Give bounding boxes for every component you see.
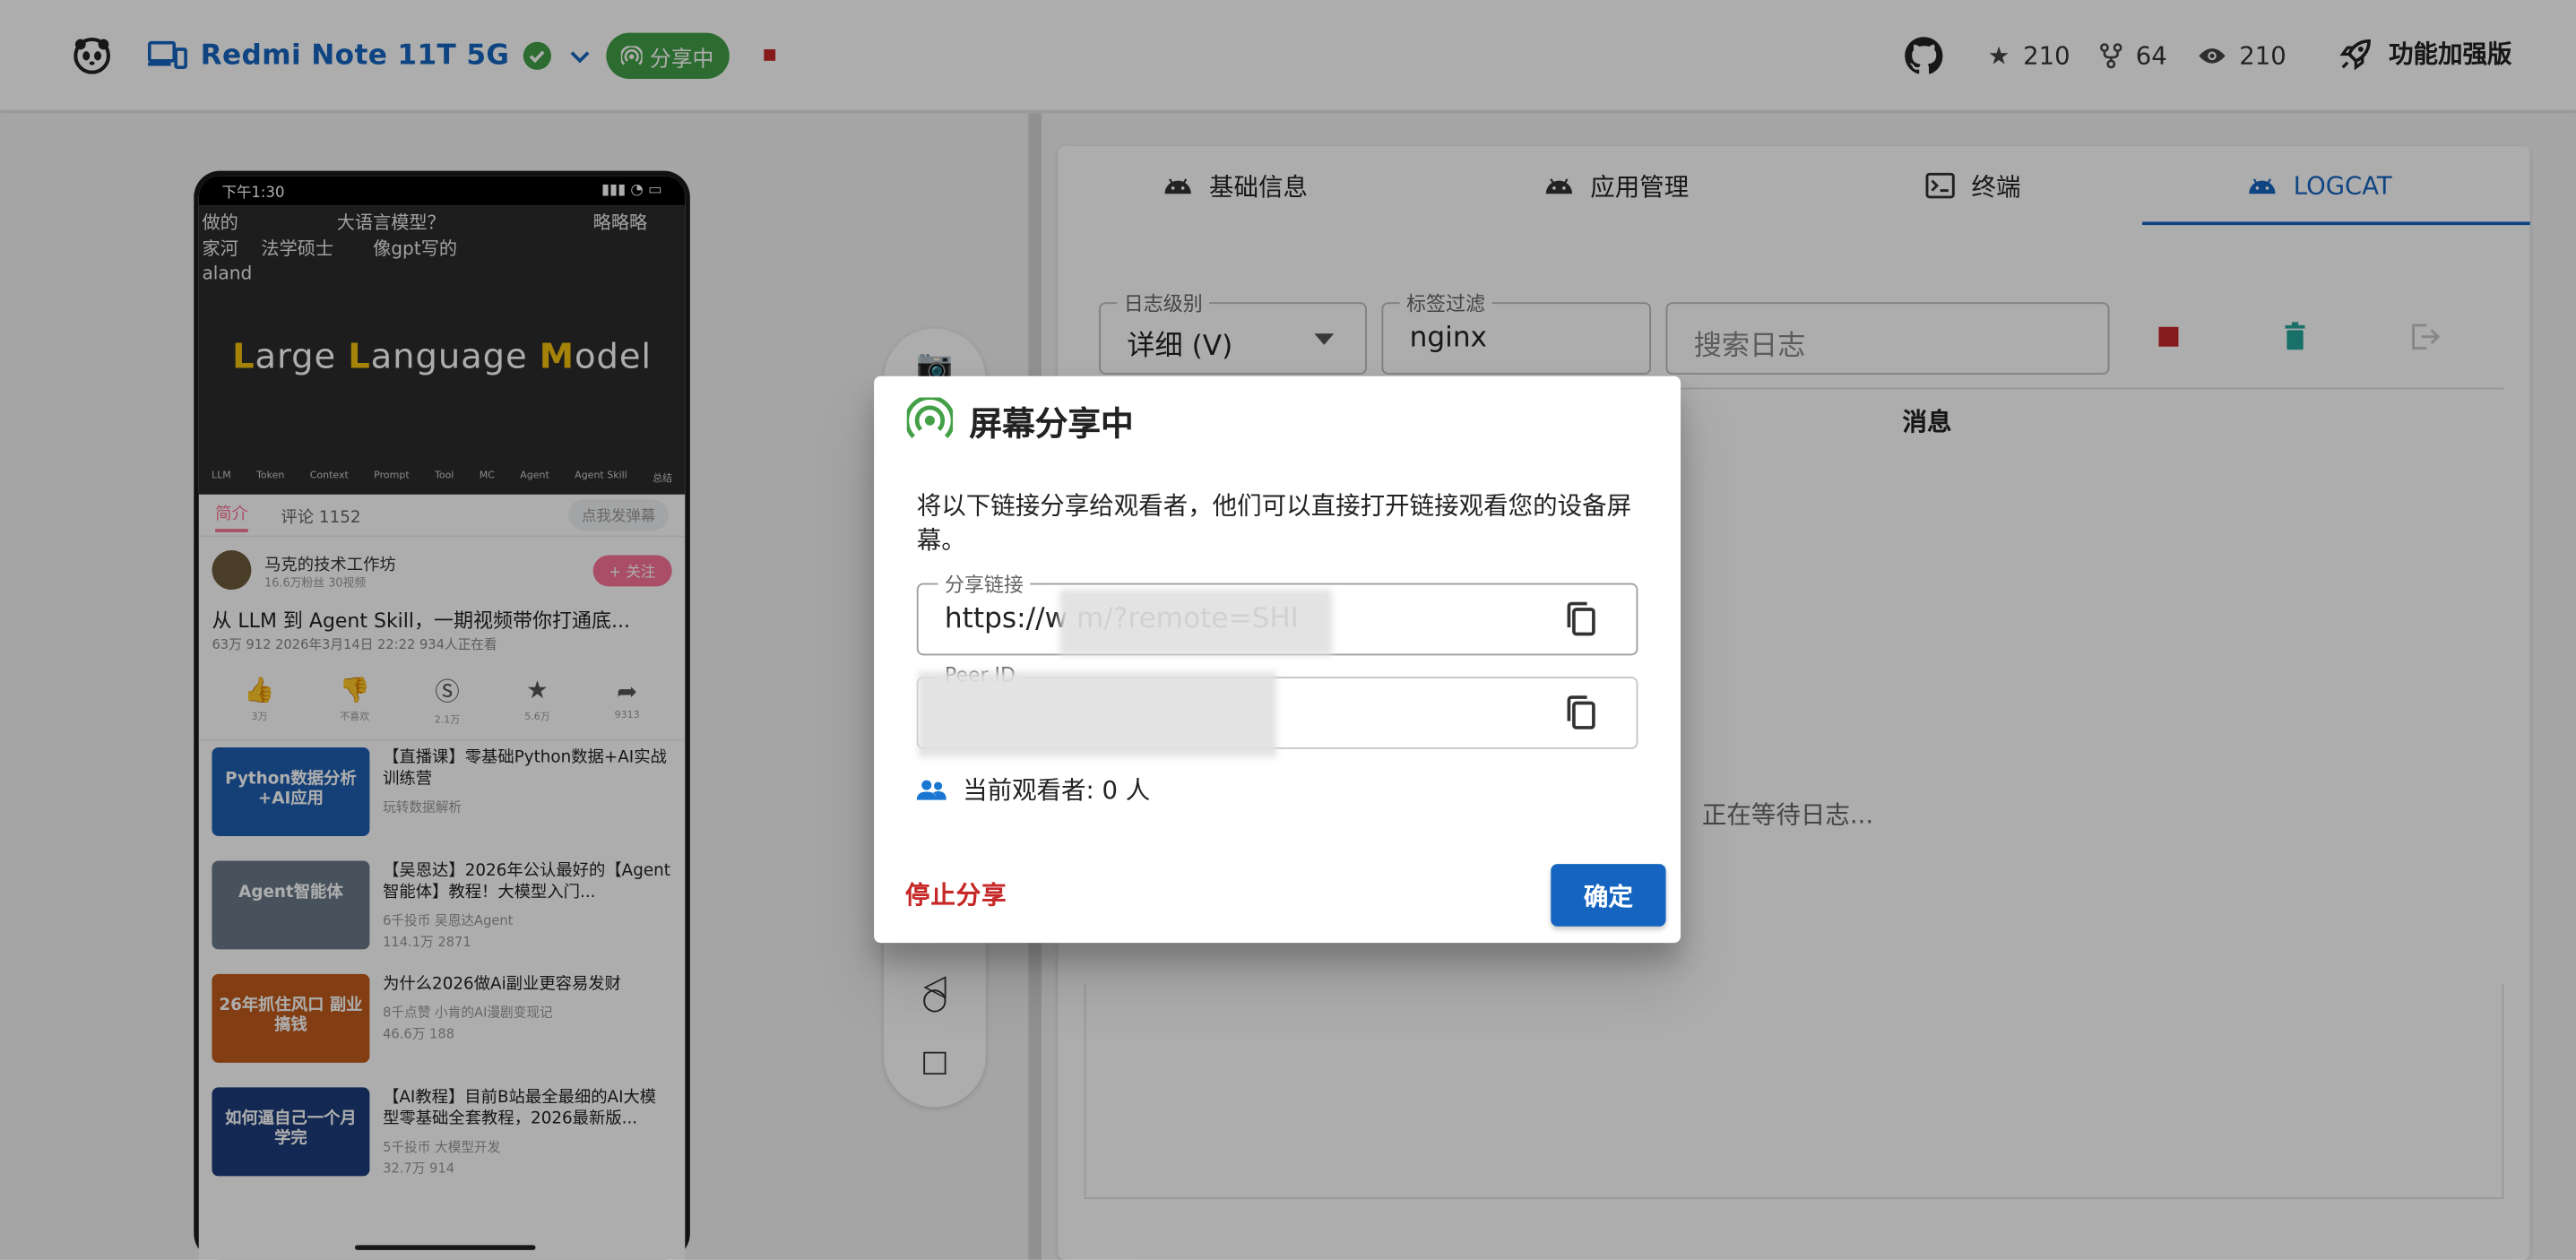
redaction-blur	[1059, 590, 1333, 656]
screen-share-dialog: 屏幕分享中 将以下链接分享给观看者，他们可以直接打开链接观看您的设备屏幕。 分享…	[874, 375, 1681, 944]
share-link-field[interactable]: 分享链接 https://w m/?remote=SHI	[916, 570, 1638, 656]
dialog-description: 将以下链接分享给观看者，他们可以直接打开链接观看您的设备屏幕。	[916, 491, 1632, 556]
people-icon	[916, 779, 947, 799]
copy-link-icon[interactable]	[1560, 600, 1600, 639]
peer-id-field[interactable]: Peer ID	[916, 663, 1638, 757]
viewer-count: 当前观看者: 0 人	[916, 772, 1150, 806]
confirm-button[interactable]: 确定	[1551, 864, 1666, 927]
redaction-blur	[918, 671, 1277, 757]
copy-peer-id-icon[interactable]	[1560, 693, 1600, 732]
broadcast-icon	[906, 397, 954, 439]
dialog-title: 屏幕分享中	[906, 397, 1134, 444]
stop-sharing-button[interactable]: 停止分享	[905, 877, 1007, 911]
